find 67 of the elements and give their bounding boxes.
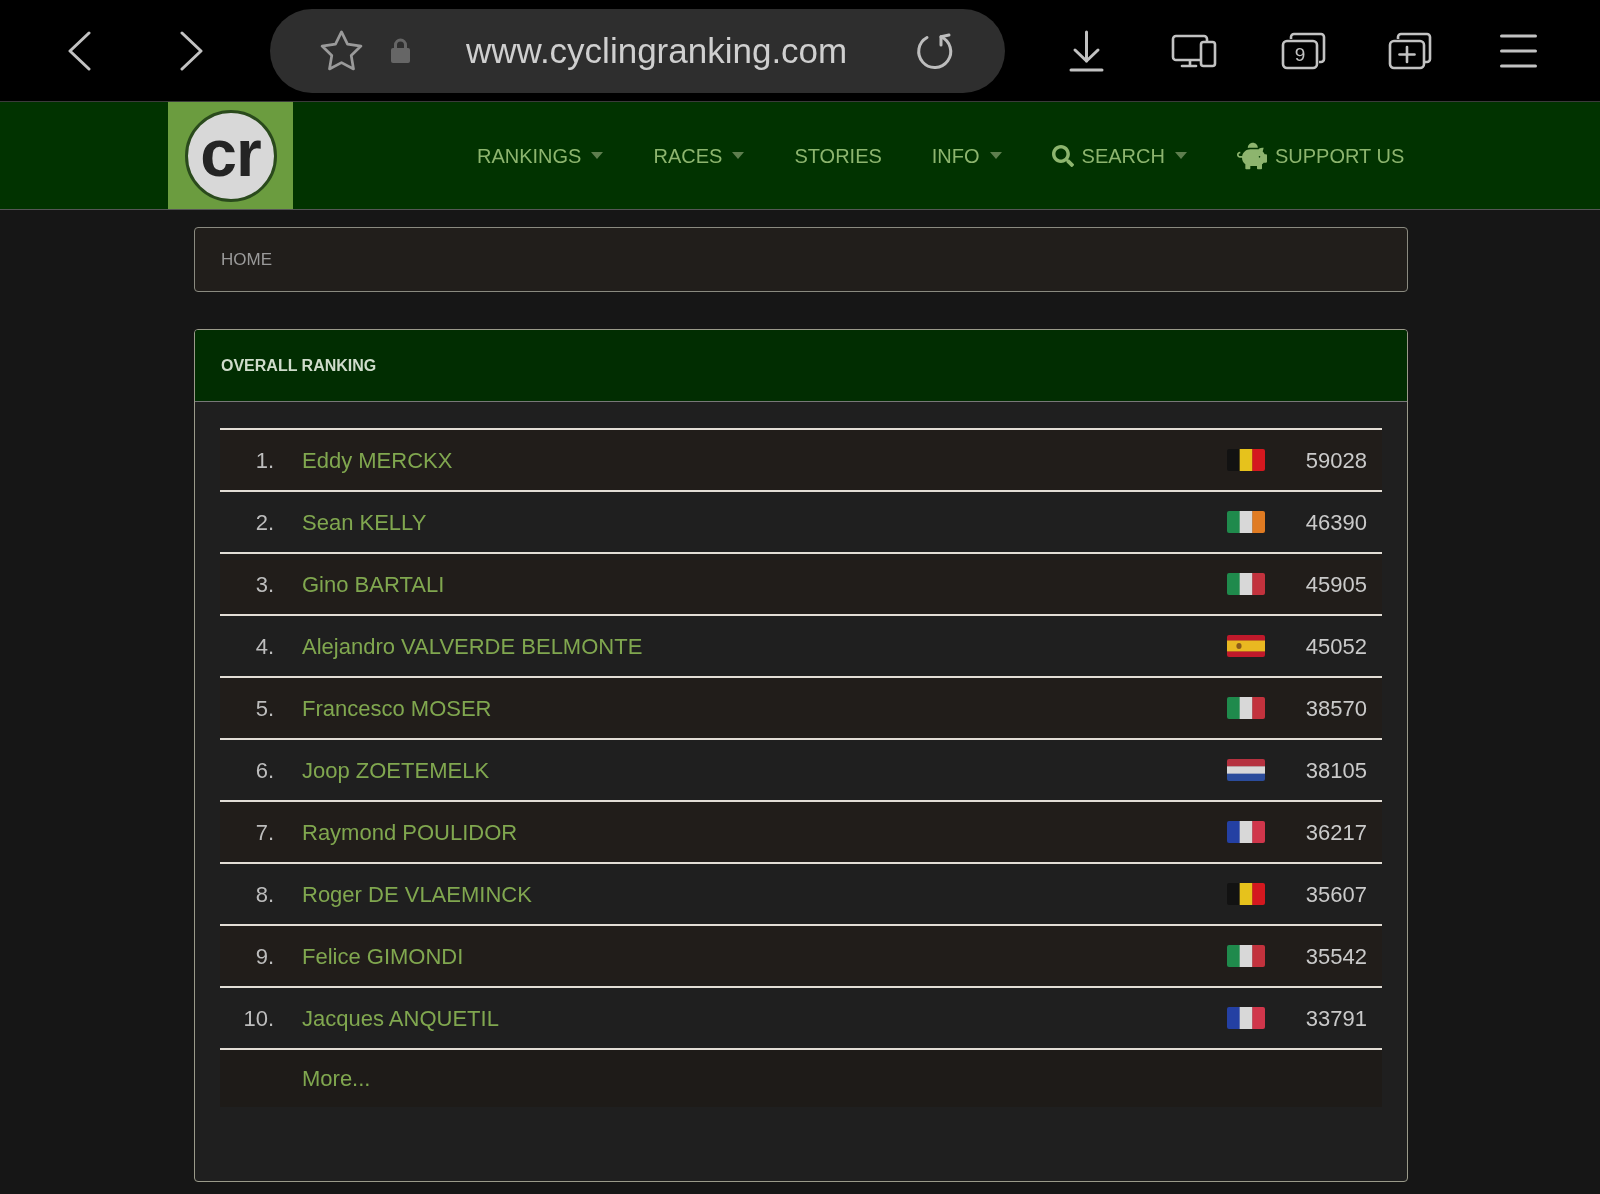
rank-number: 8. bbox=[254, 880, 274, 909]
rank-number: 10. bbox=[242, 1004, 274, 1033]
belgium-flag-icon bbox=[1227, 883, 1265, 905]
rank-number: 1. bbox=[254, 446, 274, 475]
lock-icon bbox=[391, 38, 410, 63]
new-tab-icon[interactable] bbox=[1388, 31, 1432, 70]
france-flag-icon bbox=[1227, 821, 1265, 843]
rank-number: 2. bbox=[254, 508, 274, 537]
italy-flag-icon bbox=[1227, 945, 1265, 967]
ireland-flag-icon bbox=[1227, 511, 1265, 533]
breadcrumb-link[interactable]: HOME bbox=[221, 246, 272, 273]
points-value: 45052 bbox=[1304, 632, 1367, 661]
reload-icon[interactable] bbox=[914, 31, 954, 70]
menu-icon[interactable] bbox=[1500, 33, 1537, 68]
belgium-flag-icon bbox=[1227, 449, 1265, 471]
nav-link[interactable]: RANKINGS bbox=[477, 140, 604, 171]
points-value: 45905 bbox=[1304, 570, 1367, 599]
rank-number: 6. bbox=[254, 756, 274, 785]
search-icon bbox=[1051, 144, 1074, 167]
italy-flag-icon bbox=[1227, 697, 1265, 719]
rider-name-link[interactable]: Joop ZOETEMELK bbox=[302, 753, 490, 787]
back-icon[interactable] bbox=[67, 30, 91, 71]
caret-icon bbox=[989, 152, 1002, 159]
site-logo[interactable]: cr bbox=[168, 102, 293, 209]
italy-flag-icon bbox=[1227, 573, 1265, 595]
rider-name-link[interactable]: Raymond POULIDOR bbox=[302, 815, 518, 849]
rider-name-link[interactable]: Eddy MERCKX bbox=[302, 443, 453, 477]
star-icon[interactable] bbox=[320, 29, 363, 72]
rider-name-link[interactable]: Felice GIMONDI bbox=[302, 939, 464, 973]
france-flag-icon bbox=[1227, 1007, 1265, 1029]
spain-flag-icon bbox=[1227, 635, 1265, 657]
rank-number: 5. bbox=[254, 694, 274, 723]
nav-link[interactable]: SEARCH bbox=[1051, 140, 1187, 171]
nav-link[interactable]: INFO bbox=[931, 140, 1002, 171]
piggy-bank-icon bbox=[1236, 140, 1267, 171]
rank-number: 4. bbox=[254, 632, 274, 661]
url-text[interactable]: www.cyclingranking.com bbox=[466, 33, 848, 68]
points-value: 35607 bbox=[1304, 880, 1367, 909]
devices-icon[interactable] bbox=[1171, 33, 1217, 68]
points-value: 38570 bbox=[1304, 694, 1367, 723]
points-value: 46390 bbox=[1304, 508, 1367, 537]
nav-link[interactable]: SUPPORT US bbox=[1236, 140, 1405, 171]
rider-name-link[interactable]: Gino BARTALI bbox=[302, 567, 445, 601]
caret-icon bbox=[1174, 152, 1187, 159]
points-value: 36217 bbox=[1304, 818, 1367, 847]
rider-name-link[interactable]: Alejandro VALVERDE BELMONTE bbox=[302, 629, 643, 663]
points-value: 35542 bbox=[1304, 942, 1367, 971]
rank-number: 3. bbox=[254, 570, 274, 599]
points-value: 59028 bbox=[1304, 446, 1367, 475]
netherlands-flag-icon bbox=[1227, 759, 1265, 781]
rank-number: 7. bbox=[254, 818, 274, 847]
nav-link[interactable]: RACES bbox=[653, 140, 745, 171]
download-icon[interactable] bbox=[1069, 29, 1104, 72]
forward-icon[interactable] bbox=[180, 30, 204, 71]
rank-number: 9. bbox=[254, 942, 274, 971]
address-bar[interactable]: www.cyclingranking.com bbox=[270, 8, 1005, 93]
points-value: 38105 bbox=[1304, 756, 1367, 785]
points-value: 33791 bbox=[1304, 1004, 1367, 1033]
rider-name-link[interactable]: Francesco MOSER bbox=[302, 691, 492, 725]
rider-name-link[interactable]: Sean KELLY bbox=[302, 505, 427, 539]
more-link[interactable]: More... bbox=[302, 1062, 371, 1095]
caret-icon bbox=[591, 152, 604, 159]
rider-name-link[interactable]: Jacques ANQUETIL bbox=[302, 1001, 499, 1035]
nav-link[interactable]: STORIES bbox=[794, 140, 882, 171]
caret-icon bbox=[732, 152, 745, 159]
rider-name-link[interactable]: Roger DE VLAEMINCK bbox=[302, 877, 532, 911]
card-title: OVERALL RANKING bbox=[221, 355, 377, 376]
